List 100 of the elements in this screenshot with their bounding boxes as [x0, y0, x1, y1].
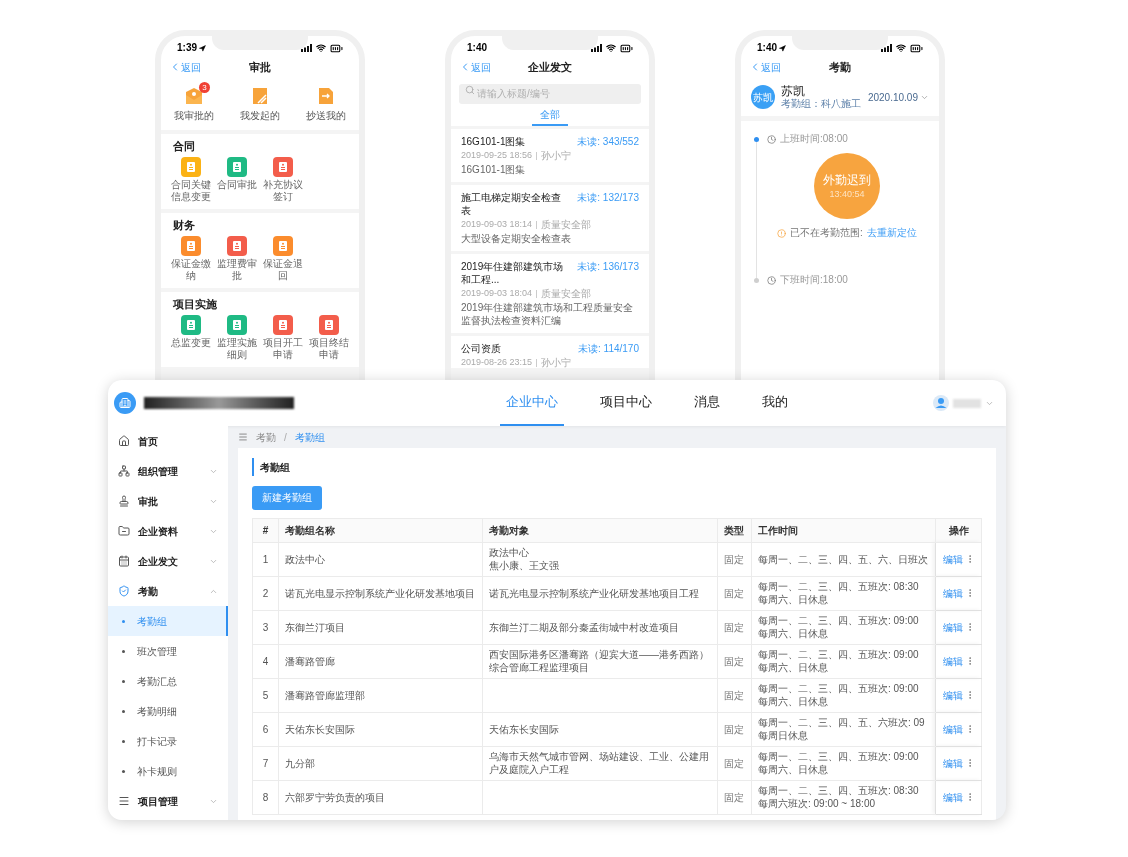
- document-item[interactable]: 2019年住建部建筑市场和工程... 未读: 136/173 2019-09-03 18:04 质量安全部 2019年住建部建筑市场和工程质量安全监督执法检查资料汇编: [451, 254, 649, 333]
- breadcrumb-link[interactable]: 考勤: [256, 429, 276, 445]
- date-picker[interactable]: 2020.10.09: [867, 89, 929, 105]
- table-cell: 西安国际港务区潘骞路（迎宾大道——港务西路）综合管廊工程监理项目: [482, 644, 718, 678]
- table-cell: 8: [252, 780, 279, 814]
- edit-link[interactable]: 编辑: [942, 721, 963, 737]
- section-title: 项目实施: [172, 298, 218, 311]
- column-header: 操作: [935, 518, 982, 542]
- status-time: 1:40: [467, 43, 487, 53]
- end-time: 下班时间:18:00: [780, 274, 848, 286]
- table-cell: 每周一、二、三、四、五、六、日班次: [751, 542, 936, 576]
- unread-count: 未读: 114/170: [578, 342, 639, 355]
- app-label[interactable]: 保证金缴纳: [169, 258, 213, 282]
- sidebar-item[interactable]: 审批: [108, 486, 228, 516]
- table-cell: 潘骞路管廊监理部: [278, 678, 483, 712]
- search-icon: [465, 85, 475, 95]
- app-label[interactable]: 补充协议签订: [261, 179, 305, 203]
- table-cell: 东御兰汀二期及部分秦孟街城中村改造项目: [482, 610, 718, 644]
- sidebar-item[interactable]: 企业发文: [108, 546, 228, 576]
- table-cell: 政法中心: [278, 542, 483, 576]
- attendance-group: 考勤组：科八施工: [781, 98, 862, 110]
- edit-link[interactable]: 编辑: [942, 687, 963, 703]
- app-label[interactable]: 合同审批: [217, 179, 257, 191]
- document-author: 质量安全部: [541, 219, 592, 230]
- edit-link[interactable]: 编辑: [942, 585, 963, 601]
- app-label[interactable]: 项目开工申请: [261, 337, 305, 361]
- nav-tab[interactable]: 项目中心: [594, 380, 658, 426]
- table-cell: 诺瓦光电显示控制系统产业化研发基地项目工程: [482, 576, 718, 610]
- redacted-bar: [953, 398, 981, 408]
- count-badge: 3: [199, 82, 210, 93]
- document-title: 公司资质: [461, 342, 501, 355]
- document-item[interactable]: 16G101-1图集 未读: 343/552 2019-09-25 18:56 孙小宁 16G101-1图集: [451, 129, 649, 182]
- shortcut-label[interactable]: 我发起的: [240, 110, 280, 122]
- table-cell: 7: [252, 746, 279, 780]
- sidebar-item[interactable]: 企业资料: [108, 516, 228, 546]
- app-label[interactable]: 监理实施细则: [215, 337, 259, 361]
- table-cell: 固定: [717, 746, 752, 780]
- table-cell: 天佑东长安国际: [482, 712, 718, 746]
- document-item[interactable]: 施工电梯定期安全检查表 未读: 132/173 2019-09-03 18:14 质量安全部 大型设备定期安全检查表: [451, 185, 649, 251]
- warning-text: 已不在考勤范围:: [790, 227, 863, 239]
- document-author: 孙小宁: [541, 150, 572, 161]
- document-icon: [250, 86, 270, 106]
- table-cell: 固定: [717, 678, 752, 712]
- edit-link[interactable]: 编辑: [942, 789, 963, 805]
- sidebar-subitem[interactable]: 补卡规则: [108, 756, 228, 786]
- sidebar-item[interactable]: 考勤: [108, 576, 228, 606]
- document-author: 孙小宁: [541, 357, 572, 368]
- table-cell: 1: [252, 542, 279, 576]
- document-item[interactable]: 公司资质 未读: 114/170 2019-08-26 23:15 孙小宁: [451, 336, 649, 368]
- breadcrumb-separator: /: [284, 430, 287, 445]
- user-avatar: 苏凯: [751, 85, 775, 109]
- document-summary: 大型设备定期安全检查表: [461, 232, 572, 245]
- signal-icon: [301, 44, 312, 52]
- table-cell: 六部罗宁劳负责的项目: [278, 780, 483, 814]
- wifi-icon: [316, 43, 326, 53]
- punch-time: 13:40:54: [829, 187, 865, 200]
- table-cell: 诺瓦光电显示控制系统产业化研发基地项目: [278, 576, 483, 610]
- avatar-icon: [933, 395, 949, 411]
- edit-link[interactable]: 编辑: [942, 619, 963, 635]
- shortcut-label[interactable]: 抄送我的: [306, 110, 346, 122]
- document-date: 2019-09-25 18:56: [461, 150, 533, 161]
- nav-tab[interactable]: 我的: [756, 380, 794, 426]
- sidebar-subitem[interactable]: 考勤汇总: [108, 666, 228, 696]
- nav-tab[interactable]: 企业中心: [500, 380, 564, 426]
- signal-icon: [591, 44, 602, 52]
- table-cell: 3: [252, 610, 279, 644]
- table-cell: 固定: [717, 780, 752, 814]
- sidebar-item[interactable]: 组织管理: [108, 456, 228, 486]
- table-cell: 5: [252, 678, 279, 712]
- unread-count: 未读: 136/173: [577, 260, 639, 273]
- edit-link[interactable]: 编辑: [942, 755, 963, 771]
- edit-link[interactable]: 编辑: [942, 653, 963, 669]
- sidebar-item[interactable]: 项目管理: [108, 786, 228, 816]
- document-title: 16G101-1图集: [461, 135, 526, 148]
- punch-status: 外勤迟到: [823, 172, 871, 188]
- document-title: 2019年住建部建筑市场和工程...: [461, 260, 565, 286]
- table-cell: 每周一、二、三、四、五班次: 08:30 每周六班次: 09:00 ~ 18:00: [751, 780, 936, 814]
- column-header: 类型: [717, 518, 752, 542]
- table-cell: 6: [252, 712, 279, 746]
- app-label[interactable]: 项目终结申请: [307, 337, 351, 361]
- unread-count: 未读: 343/552: [577, 135, 639, 148]
- app-label[interactable]: 合同关键信息变更: [169, 179, 213, 203]
- signal-icon: [881, 44, 892, 52]
- sidebar-subitem[interactable]: 打卡记录: [108, 726, 228, 756]
- menu-icon[interactable]: [238, 432, 248, 442]
- start-time: 上班时间:08:00: [780, 133, 848, 145]
- shortcut-label[interactable]: 我审批的: [174, 110, 214, 122]
- table-cell: 每周一、二、三、四、五班次: 09:00 每周六、日休息: [751, 610, 936, 644]
- document-date: 2019-09-03 18:14: [461, 219, 533, 230]
- app-label[interactable]: 监理费审批: [215, 258, 259, 282]
- nav-tab[interactable]: 消息: [688, 380, 726, 426]
- document-author: 质量安全部: [541, 288, 592, 299]
- sidebar-subitem[interactable]: 班次管理: [108, 636, 228, 666]
- document-date: 2019-09-03 18:04: [461, 288, 533, 299]
- sidebar-subitem[interactable]: 考勤明细: [108, 696, 228, 726]
- table-cell: 固定: [717, 542, 752, 576]
- app-label[interactable]: 保证金退回: [261, 258, 305, 282]
- app-label[interactable]: 总监变更: [171, 337, 211, 349]
- sidebar-item[interactable]: 首页: [108, 426, 228, 456]
- edit-link[interactable]: 编辑: [942, 551, 963, 567]
